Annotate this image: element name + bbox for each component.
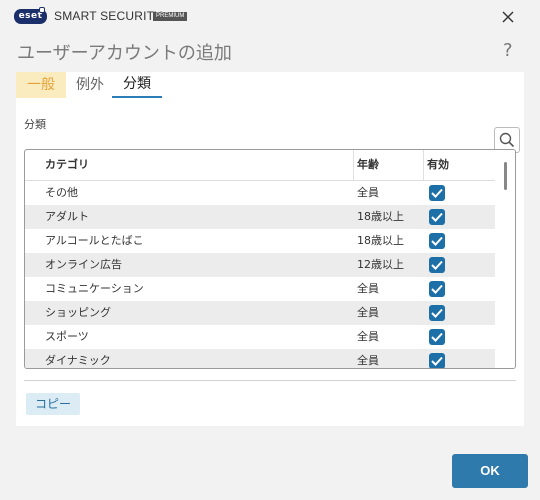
- tab-categories[interactable]: 分類: [112, 72, 162, 98]
- enabled-checkbox[interactable]: [429, 185, 445, 201]
- logo-dot: [39, 7, 45, 13]
- age-cell: 18歳以上: [357, 210, 404, 223]
- enabled-checkbox[interactable]: [429, 329, 445, 345]
- scrollbar-thumb[interactable]: [504, 162, 507, 190]
- category-cell: アルコールとたばこ: [45, 234, 144, 247]
- checkmark-icon: [431, 332, 443, 342]
- section-label: 分類: [24, 118, 46, 131]
- search-icon: [499, 132, 515, 148]
- ok-button[interactable]: OK: [452, 454, 528, 488]
- product-name: SMART SECURITY: [54, 9, 163, 23]
- category-cell: アダルト: [45, 210, 89, 223]
- column-header-category[interactable]: カテゴリ: [45, 150, 89, 180]
- age-cell: 全員: [357, 306, 379, 319]
- column-header-enabled[interactable]: 有効: [427, 150, 449, 180]
- enabled-checkbox[interactable]: [429, 257, 445, 273]
- checkmark-icon: [431, 260, 443, 270]
- help-icon[interactable]: ?: [503, 40, 513, 61]
- table-scrollbar[interactable]: [499, 150, 515, 368]
- main-panel: 一般 例外 分類 分類 カテゴリ 年齢 有効 その他 全員 アダルト 18歳以上: [16, 72, 524, 426]
- checkmark-icon: [431, 284, 443, 294]
- table-row[interactable]: スポーツ 全員: [25, 325, 495, 349]
- table-row[interactable]: アルコールとたばこ 18歳以上: [25, 229, 495, 253]
- table-row[interactable]: コミュニケーション 全員: [25, 277, 495, 301]
- checkmark-icon: [431, 236, 443, 246]
- table-body: その他 全員 アダルト 18歳以上 アルコールとたばこ 18歳以上 オンライン広…: [25, 181, 495, 368]
- tab-general[interactable]: 一般: [16, 72, 66, 98]
- dialog-title: ユーザーアカウントの追加: [17, 43, 232, 64]
- enabled-checkbox[interactable]: [429, 305, 445, 321]
- age-cell: 全員: [357, 186, 379, 199]
- table-header: カテゴリ 年齢 有効: [25, 150, 495, 181]
- age-cell: 全員: [357, 354, 379, 367]
- copy-button[interactable]: コピー: [26, 393, 81, 415]
- eset-logo: eset: [14, 7, 47, 24]
- category-cell: コミュニケーション: [45, 282, 144, 295]
- checkmark-icon: [431, 188, 443, 198]
- table-row[interactable]: ショッピング 全員: [25, 301, 495, 325]
- category-cell: ショッピング: [45, 306, 111, 319]
- age-cell: 18歳以上: [357, 234, 404, 247]
- table-row[interactable]: その他 全員: [25, 181, 495, 205]
- column-header-age[interactable]: 年齢: [357, 150, 379, 180]
- age-cell: 12歳以上: [357, 258, 404, 271]
- table-row[interactable]: オンライン広告 12歳以上: [25, 253, 495, 277]
- enabled-checkbox[interactable]: [429, 353, 445, 368]
- category-cell: ダイナミック: [45, 354, 111, 367]
- column-divider: [423, 150, 424, 180]
- divider: [24, 380, 516, 381]
- table-row[interactable]: ダイナミック 全員: [25, 349, 495, 368]
- checkmark-icon: [431, 212, 443, 222]
- table-row[interactable]: アダルト 18歳以上: [25, 205, 495, 229]
- edition-badge: PREMIUM: [153, 12, 188, 21]
- enabled-checkbox[interactable]: [429, 209, 445, 225]
- enabled-checkbox[interactable]: [429, 281, 445, 297]
- category-cell: その他: [45, 186, 78, 199]
- title-bar: eset SMART SECURITY PREMIUM: [0, 0, 540, 36]
- category-cell: オンライン広告: [45, 258, 122, 271]
- checkmark-icon: [431, 308, 443, 318]
- column-divider: [353, 150, 354, 180]
- close-icon: [502, 11, 514, 23]
- category-cell: スポーツ: [45, 330, 89, 343]
- checkmark-icon: [431, 356, 443, 366]
- age-cell: 全員: [357, 330, 379, 343]
- enabled-checkbox[interactable]: [429, 233, 445, 249]
- age-cell: 全員: [357, 282, 379, 295]
- category-table: カテゴリ 年齢 有効 その他 全員 アダルト 18歳以上 アルコールとたばこ 1…: [24, 149, 516, 369]
- tab-exceptions[interactable]: 例外: [71, 72, 109, 98]
- close-button[interactable]: [496, 6, 520, 28]
